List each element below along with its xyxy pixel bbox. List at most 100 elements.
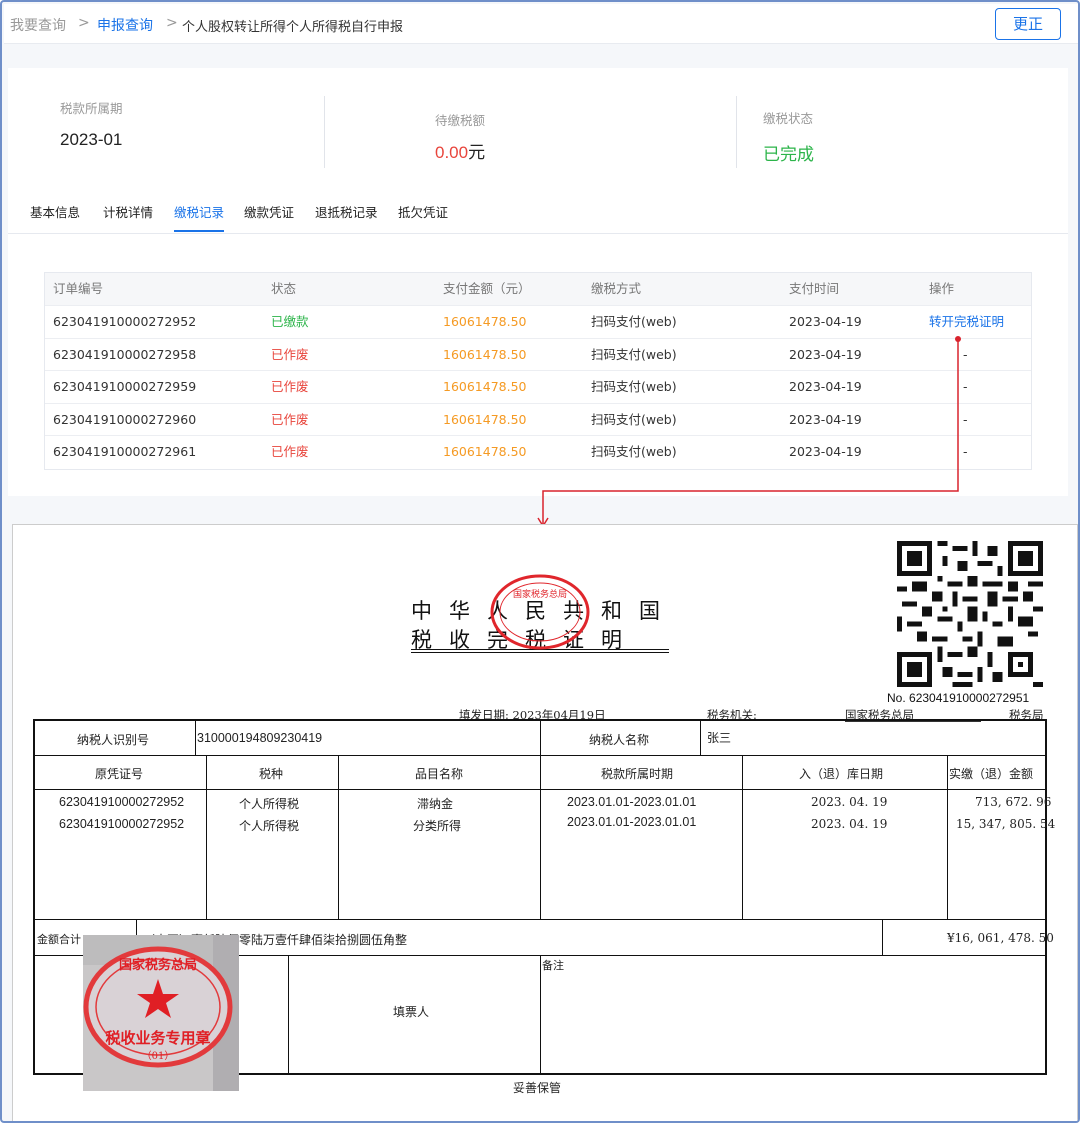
certificate-number: No. 623041910000272951 bbox=[887, 691, 1029, 705]
tab-offset-voucher[interactable]: 抵欠凭证 bbox=[398, 202, 448, 221]
taxpayer-id: 310000194809230419 bbox=[197, 731, 323, 745]
remark-label: 备注 bbox=[542, 959, 564, 972]
stamp-top: 国家税务总局 bbox=[119, 957, 197, 973]
row-item: 滞纳金 bbox=[417, 797, 454, 811]
row-period: 2023.01.01-2023.01.01 bbox=[567, 795, 697, 809]
top-bar: 我要查询 > 申报查询 > 个人股权转让所得个人所得税自行申报 更正 bbox=[4, 4, 1078, 44]
header-time: 支付时间 bbox=[789, 281, 840, 296]
due-amount: 0.00元 bbox=[435, 138, 485, 163]
order-id: 623041910000272952 bbox=[53, 314, 197, 329]
stamp-label: 税收业务专用章 bbox=[105, 1029, 210, 1047]
operation-empty: - bbox=[963, 411, 968, 427]
table-row: 623041910000272958 已作废 16061478.50 扫码支付(… bbox=[45, 338, 1031, 371]
row-amount: 713, 672. 96 bbox=[975, 795, 1052, 809]
qr-code bbox=[897, 541, 1043, 687]
breadcrumb-declaration-query[interactable]: 申报查询 bbox=[97, 15, 153, 35]
order-id: 623041910000272960 bbox=[53, 411, 197, 427]
breadcrumb-current: 个人股权转让所得个人所得税自行申报 bbox=[182, 20, 404, 35]
stamp-sub: （01） bbox=[142, 1050, 175, 1062]
status-badge: 已作废 bbox=[271, 411, 309, 427]
order-id: 623041910000272959 bbox=[53, 379, 197, 394]
tab-bar: 基本信息 计税详情 缴税记录 缴款凭证 退抵税记录 抵欠凭证 bbox=[8, 186, 1068, 234]
header-operation: 操作 bbox=[929, 281, 955, 296]
header-order-id: 订单编号 bbox=[53, 281, 104, 296]
divider bbox=[324, 96, 325, 168]
tab-basic-info[interactable]: 基本信息 bbox=[30, 202, 80, 221]
divider bbox=[736, 96, 737, 168]
tab-refund-records[interactable]: 退抵税记录 bbox=[315, 202, 378, 221]
amount: 16061478.50 bbox=[443, 379, 527, 394]
grid-line bbox=[882, 919, 883, 955]
summary-panel: 税款所属期 2023-01 待缴税额 0.00元 缴税状态 已完成 bbox=[8, 68, 1068, 186]
order-id: 623041910000272958 bbox=[53, 346, 197, 362]
grid-line bbox=[540, 755, 541, 919]
keep-note: 妥善保管 bbox=[513, 1081, 562, 1095]
header-status: 状态 bbox=[271, 281, 297, 296]
filler-label: 填票人 bbox=[393, 1005, 430, 1019]
period-label: 税款所属期 bbox=[60, 101, 123, 116]
total-amount: ¥16, 061, 478. 50 bbox=[947, 931, 1054, 945]
number-label: No. bbox=[887, 691, 906, 705]
amount: 16061478.50 bbox=[443, 411, 527, 427]
due-unit: 元 bbox=[468, 143, 486, 163]
row-item: 分类所得 bbox=[413, 819, 462, 833]
status-label: 缴税状态 bbox=[763, 111, 814, 126]
tax-payment-certificate: 中华人民共和国 税收完税证明 国家税务总局 No. 62304191000027… bbox=[12, 524, 1078, 1121]
grid-line bbox=[540, 721, 541, 755]
row-tax: 个人所得税 bbox=[239, 797, 300, 811]
due-label: 待缴税额 bbox=[435, 113, 486, 128]
app-frame: 我要查询 > 申报查询 > 个人股权转让所得个人所得税自行申报 更正 税款所属期… bbox=[0, 0, 1080, 1123]
row-date: 2023. 04. 19 bbox=[811, 795, 888, 809]
status-badge: 已缴款 bbox=[271, 314, 309, 329]
order-id: 623041910000272961 bbox=[53, 444, 197, 459]
issue-tax-certificate-link[interactable]: 转开完税证明 bbox=[929, 306, 1004, 338]
col-date: 入（退）库日期 bbox=[799, 767, 884, 781]
breadcrumb-separator: > bbox=[166, 15, 178, 31]
operation-empty: - bbox=[963, 346, 968, 362]
taxpayer-name-label: 纳税人名称 bbox=[589, 733, 650, 747]
payment-time: 2023-04-19 bbox=[789, 314, 862, 329]
payment-method: 扫码支付(web) bbox=[591, 346, 677, 362]
table-header: 订单编号 状态 支付金额（元） 缴税方式 支付时间 操作 bbox=[45, 273, 1031, 306]
status-badge: 已作废 bbox=[271, 346, 309, 362]
col-tax-type: 税种 bbox=[259, 767, 284, 781]
taxpayer-name: 张三 bbox=[707, 731, 732, 745]
taxpayer-id-label: 纳税人识别号 bbox=[77, 733, 150, 747]
active-tab-indicator bbox=[174, 230, 224, 232]
amount: 16061478.50 bbox=[443, 314, 527, 329]
row-voucher: 623041910000272952 bbox=[59, 817, 185, 831]
tax-business-stamp: 税收业务专用章 （01） 国家税务总局 bbox=[83, 935, 239, 1091]
grid-line bbox=[540, 955, 541, 1073]
table-row: 623041910000272961 已作废 16061478.50 扫码支付(… bbox=[45, 436, 1031, 469]
grid-line bbox=[700, 721, 701, 755]
col-amount: 实缴（退）金额 bbox=[949, 767, 1034, 781]
stamp-image: 税收业务专用章 （01） 国家税务总局 bbox=[83, 935, 239, 1091]
grid-line bbox=[35, 919, 1045, 920]
tab-payment-records[interactable]: 缴税记录 bbox=[174, 202, 224, 221]
amount: 16061478.50 bbox=[443, 346, 527, 362]
table-row: 623041910000272959 已作废 16061478.50 扫码支付(… bbox=[45, 371, 1031, 404]
payment-method: 扫码支付(web) bbox=[591, 379, 677, 394]
payment-method: 扫码支付(web) bbox=[591, 411, 677, 427]
payment-time: 2023-04-19 bbox=[789, 444, 862, 459]
payment-records-table: 订单编号 状态 支付金额（元） 缴税方式 支付时间 操作 62304191000… bbox=[44, 272, 1032, 470]
status-badge: 已作废 bbox=[271, 379, 309, 394]
grid-line bbox=[288, 955, 289, 1073]
correct-button[interactable]: 更正 bbox=[995, 8, 1061, 40]
payment-time: 2023-04-19 bbox=[789, 346, 862, 362]
operation-empty: - bbox=[963, 379, 968, 394]
row-tax: 个人所得税 bbox=[239, 819, 300, 833]
tab-tax-details[interactable]: 计税详情 bbox=[103, 202, 153, 221]
breadcrumb-query[interactable]: 我要查询 bbox=[10, 15, 66, 35]
grid-line bbox=[195, 721, 196, 755]
header-amount: 支付金额（元） bbox=[443, 281, 531, 296]
col-period: 税款所属时期 bbox=[601, 767, 674, 781]
col-voucher: 原凭证号 bbox=[95, 767, 144, 781]
due-value: 0.00 bbox=[435, 143, 469, 162]
amount: 16061478.50 bbox=[443, 444, 527, 459]
row-date: 2023. 04. 19 bbox=[811, 817, 888, 831]
table-row: 623041910000272960 已作废 16061478.50 扫码支付(… bbox=[45, 403, 1031, 436]
number-value: 623041910000272951 bbox=[909, 691, 1030, 705]
tab-payment-voucher[interactable]: 缴款凭证 bbox=[244, 202, 294, 221]
row-voucher: 623041910000272952 bbox=[59, 795, 185, 809]
